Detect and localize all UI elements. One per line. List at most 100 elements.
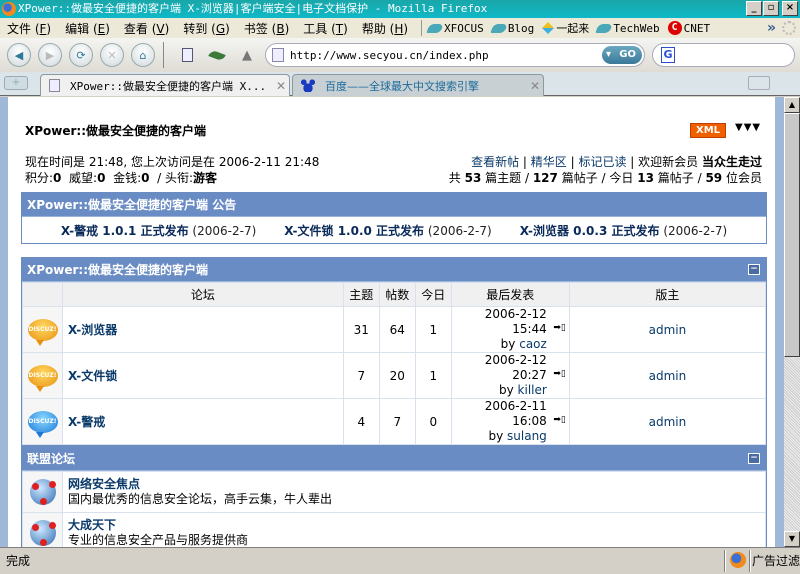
maximize-button[interactable]: ▫	[763, 1, 779, 16]
bookmark-blog[interactable]: Blog	[490, 22, 534, 35]
bookmark-icon	[426, 23, 444, 33]
announcement-item[interactable]: X-浏览器 0.0.3 正式发布 (2006-2-7)	[520, 222, 727, 239]
close-button[interactable]: ×	[782, 1, 798, 16]
google-icon[interactable]: G	[661, 47, 675, 63]
discuz-new-posts-icon: DISCUZ!	[27, 318, 58, 346]
warning-icon: ▲	[242, 47, 252, 63]
union-forum-link[interactable]: 网络安全焦点	[68, 477, 140, 491]
menu-file[interactable]: 文件 (F)	[0, 20, 58, 37]
last-post-user-link[interactable]: caoz	[519, 337, 547, 351]
reload-icon: ⟳	[76, 48, 86, 62]
globe-network-icon	[29, 479, 56, 505]
union-header: 联盟论坛 −	[22, 447, 766, 471]
col-last-post: 最后发表	[450, 282, 570, 307]
new-member-link[interactable]: 当众生走过	[702, 155, 762, 169]
tab-close-icon[interactable]: ✕	[527, 79, 543, 93]
menu-help[interactable]: 帮助 (H)	[355, 20, 415, 37]
page-icon	[181, 48, 193, 62]
last-post: 2006-2-11 16:08 by sulang ➡▯	[450, 398, 570, 445]
col-posts: 帖数	[378, 282, 416, 307]
menu-edit[interactable]: 编辑 (E)	[58, 20, 117, 37]
page-right-border	[775, 97, 784, 547]
tab-xpower[interactable]: XPower::做最安全便捷的客户端 X... ✕	[40, 74, 290, 96]
moderator-link[interactable]: admin	[649, 323, 687, 337]
moderator-link[interactable]: admin	[649, 415, 687, 429]
scroll-up-icon[interactable]: ▲	[784, 97, 800, 113]
moderator-link[interactable]: admin	[649, 369, 687, 383]
forum-link[interactable]: X-浏览器	[68, 323, 117, 337]
mark-read-link[interactable]: 标记已读	[578, 155, 626, 169]
back-button[interactable]: ◀	[7, 43, 31, 67]
union-forum-link[interactable]: 大成天下	[68, 518, 116, 532]
collapse-icon[interactable]: −	[748, 453, 760, 464]
forward-arrow-icon: ▶	[45, 48, 55, 62]
yiqilai-icon	[542, 22, 555, 34]
collapse-icon[interactable]: −	[748, 264, 760, 275]
bookmark-cnet[interactable]: C CNET	[667, 21, 710, 35]
xml-feed-badge[interactable]: XML	[690, 123, 727, 138]
warning-tool-button[interactable]: ▲	[238, 46, 256, 64]
last-post-user-link[interactable]: sulang	[507, 429, 547, 443]
tab-baidu[interactable]: 百度——全球最大中文搜索引擎 ✕	[292, 74, 544, 96]
url-input[interactable]: http://www.secyou.cn/index.php	[290, 49, 489, 62]
scroll-down-icon[interactable]: ▼	[784, 531, 800, 547]
tab-close-icon[interactable]: ✕	[273, 79, 289, 93]
forum-category-box: XPower::做最安全便捷的客户端 − 论坛 主题 帖数 今日 最后发表 版主…	[21, 257, 767, 446]
window-controls: _ ▫ ×	[746, 1, 798, 16]
reload-button[interactable]: ⟳	[69, 43, 93, 67]
last-post-user-link[interactable]: killer	[518, 383, 547, 397]
forum-link[interactable]: X-警戒	[68, 415, 105, 429]
announcement-box: XPower::做最安全便捷的客户端 公告 X-警戒 1.0.1 正式发布 (2…	[21, 192, 767, 244]
table-header-row: 论坛 主题 帖数 今日 最后发表 版主	[22, 282, 767, 307]
announcement-list: X-警戒 1.0.1 正式发布 (2006-2-7) X-文件锁 1.0.0 正…	[22, 217, 766, 243]
list-item: 大成天下 专业的信息安全产品与服务提供商	[22, 512, 766, 547]
stop-icon: ✕	[107, 48, 117, 62]
adblock-status[interactable]: 广告过滤器	[752, 552, 800, 569]
goto-last-post-icon[interactable]: ➡▯	[553, 367, 566, 382]
minimize-button[interactable]: _	[746, 1, 762, 16]
announcement-item[interactable]: X-警戒 1.0.1 正式发布 (2006-2-7)	[61, 222, 256, 239]
title-bar: XPower::做最安全便捷的客户端 X-浏览器|客户端安全|电子文档保护 - …	[0, 0, 800, 18]
more-bookmarks-chevron-icon[interactable]: »	[767, 20, 782, 36]
cnet-icon: C	[667, 21, 682, 35]
firefox-status-icon[interactable]	[730, 552, 746, 568]
menu-go[interactable]: 转到 (G)	[176, 20, 237, 37]
table-row: DISCUZ! X-浏览器 31 64 1 2006-2-12 15:44 by …	[22, 306, 767, 353]
stop-button[interactable]: ✕	[100, 43, 124, 67]
page-left-border	[0, 97, 8, 547]
search-box[interactable]: G	[652, 43, 795, 67]
home-button[interactable]: ⌂	[131, 43, 155, 67]
firefox-icon	[2, 2, 16, 16]
page-tool-button[interactable]	[178, 46, 196, 64]
scrollbar-thumb[interactable]	[784, 113, 800, 357]
union-forums-box: 联盟论坛 − 网络安全焦点 国内最优秀的信息安全论坛，高手云集，牛人辈出 大成天下…	[21, 446, 767, 547]
home-icon: ⌂	[139, 48, 147, 62]
announcement-item[interactable]: X-文件锁 1.0.0 正式发布 (2006-2-7)	[284, 222, 491, 239]
goto-last-post-icon[interactable]: ➡▯	[553, 413, 566, 428]
address-bar[interactable]: http://www.secyou.cn/index.php GO	[265, 43, 645, 67]
discuz-no-new-posts-icon: DISCUZ!	[27, 410, 58, 438]
digest-link[interactable]: 精华区	[531, 155, 567, 169]
vertical-scrollbar[interactable]: ▲ ▼	[784, 97, 800, 547]
menu-bookmarks[interactable]: 书签 (B)	[237, 20, 296, 37]
status-bar: 完成 广告过滤器	[0, 547, 800, 574]
leaf-tool-button[interactable]	[208, 46, 226, 64]
new-posts-link[interactable]: 查看新帖	[471, 155, 519, 169]
expand-arrows-icon[interactable]: ▼▼▼	[735, 122, 761, 133]
menu-view[interactable]: 查看 (V)	[117, 20, 176, 37]
goto-last-post-icon[interactable]: ➡▯	[553, 321, 566, 336]
forum-link[interactable]: X-文件锁	[68, 369, 117, 383]
bookmark-techweb[interactable]: TechWeb	[595, 22, 660, 35]
tab-list-icon[interactable]	[748, 76, 770, 90]
go-button[interactable]: GO	[602, 46, 642, 64]
forum-title: XPower::做最安全便捷的客户端	[25, 124, 207, 138]
quick-links: 查看新帖 | 精华区 | 标记已读 | 欢迎新会员 当众生走过	[471, 155, 762, 169]
forward-button[interactable]: ▶	[38, 43, 62, 67]
table-row: DISCUZ! X-警戒 4 7 0 2006-2-11 16:08 by sul…	[22, 398, 767, 445]
bookmark-xfocus[interactable]: XFOCUS	[426, 22, 484, 35]
page-content: XPower::做最安全便捷的客户端 XML ▼▼▼ 现在时间是 21:48, …	[0, 97, 784, 547]
union-table: 网络安全焦点 国内最优秀的信息安全论坛，高手云集，牛人辈出 大成天下 专业的信息安全…	[22, 471, 766, 547]
new-tab-button[interactable]: +	[4, 76, 28, 90]
menu-tools[interactable]: 工具 (T)	[296, 20, 355, 37]
bookmark-yiqilai[interactable]: 一起来	[542, 20, 589, 36]
